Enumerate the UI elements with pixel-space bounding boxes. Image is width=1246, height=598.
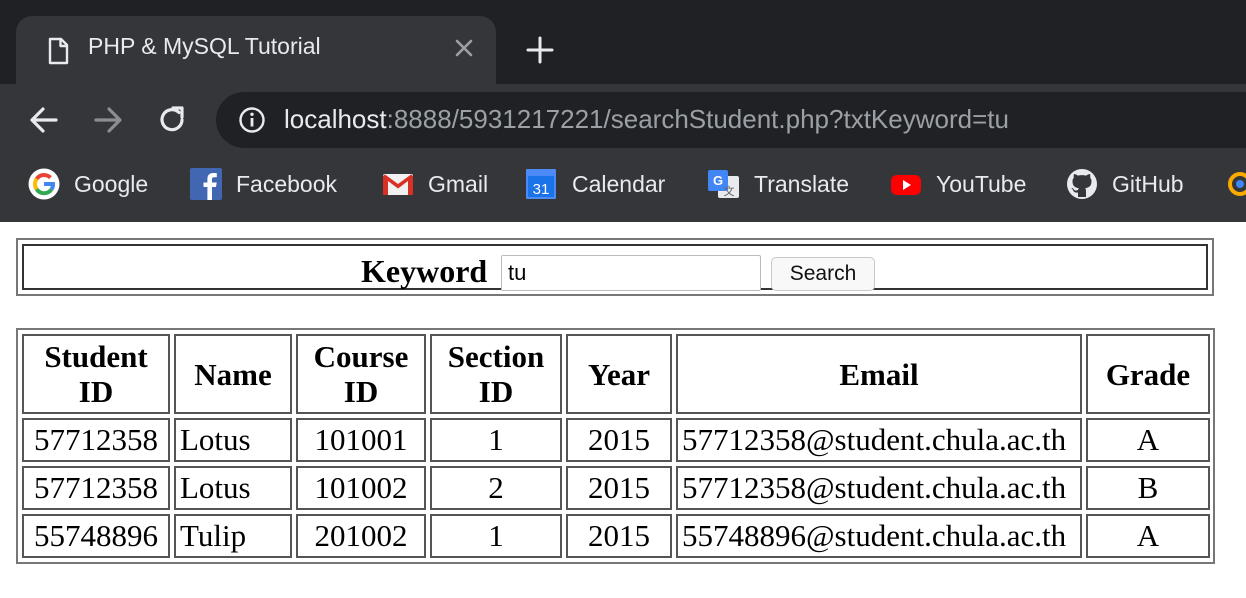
bookmark-gmail[interactable]: Gmail (382, 168, 488, 200)
browser-tab[interactable]: PHP & MySQL Tutorial (16, 16, 496, 84)
cell-section-id: 2 (430, 466, 562, 510)
svg-text:G: G (713, 173, 723, 188)
header-name: Name (174, 334, 292, 414)
cell-name: Lotus (174, 418, 292, 462)
bookmark-github[interactable]: GitHub (1066, 168, 1184, 200)
cell-email: 55748896@student.chula.ac.th (676, 514, 1082, 558)
svg-text:文: 文 (724, 184, 735, 198)
search-form: Keyword Search (16, 238, 1214, 296)
cell-section-id: 1 (430, 418, 562, 462)
back-arrow-icon[interactable] (26, 102, 62, 138)
header-email: Email (676, 334, 1082, 414)
browser-chrome: PHP & MySQL Tutorial localhost:8888/5931… (0, 0, 1246, 222)
github-icon (1067, 169, 1097, 199)
forward-arrow-icon[interactable] (90, 102, 126, 138)
url-text[interactable]: localhost:8888/5931217221/searchStudent.… (284, 104, 1009, 135)
toolbar: localhost:8888/5931217221/searchStudent.… (0, 84, 1246, 156)
cell-email: 57712358@student.chula.ac.th (676, 466, 1082, 510)
youtube-icon (891, 175, 921, 195)
bookmarks-bar: Google Facebook Gmail 31 Calendar G 文 Tr… (0, 156, 1246, 212)
search-form-cell: Keyword Search (22, 244, 1208, 291)
header-section-id: Section ID (430, 334, 562, 414)
keyword-input[interactable] (501, 255, 761, 291)
cell-year: 2015 (566, 418, 672, 462)
calendar-icon: 31 (526, 169, 556, 199)
document-icon (48, 37, 69, 65)
header-grade: Grade (1086, 334, 1210, 414)
header-year: Year (566, 334, 672, 414)
tab-title: PHP & MySQL Tutorial (88, 33, 321, 59)
bookmark-overflow-icon[interactable] (1226, 168, 1246, 200)
cell-year: 2015 (566, 514, 672, 558)
gmail-icon (383, 174, 413, 195)
facebook-icon (190, 168, 222, 200)
google-icon (28, 168, 60, 200)
cell-name: Lotus (174, 466, 292, 510)
tab-strip: PHP & MySQL Tutorial (0, 0, 1246, 84)
new-tab-plus-icon[interactable] (524, 34, 556, 66)
svg-text:31: 31 (533, 181, 550, 198)
header-course-id: Course ID (296, 334, 426, 414)
cell-grade: A (1086, 514, 1210, 558)
bookmark-translate[interactable]: G 文 Translate (708, 168, 849, 200)
bookmark-calendar[interactable]: 31 Calendar (526, 168, 665, 200)
reload-icon[interactable] (154, 102, 190, 138)
cell-course-id: 101001 (296, 418, 426, 462)
keyword-label: Keyword (361, 253, 488, 289)
cell-grade: A (1086, 418, 1210, 462)
cell-course-id: 201002 (296, 514, 426, 558)
info-icon[interactable] (238, 106, 266, 134)
cell-course-id: 101002 (296, 466, 426, 510)
cell-student-id: 57712358 (22, 466, 170, 510)
bookmark-youtube[interactable]: YouTube (890, 168, 1026, 200)
cell-email: 57712358@student.chula.ac.th (676, 418, 1082, 462)
cell-year: 2015 (566, 466, 672, 510)
close-icon[interactable] (450, 34, 478, 62)
address-bar[interactable]: localhost:8888/5931217221/searchStudent.… (216, 92, 1246, 148)
bookmark-google[interactable]: Google (28, 168, 148, 200)
header-student-id: Student ID (22, 334, 170, 414)
cell-student-id: 55748896 (22, 514, 170, 558)
cell-section-id: 1 (430, 514, 562, 558)
cell-grade: B (1086, 466, 1210, 510)
cell-student-id: 57712358 (22, 418, 170, 462)
bookmark-facebook[interactable]: Facebook (190, 168, 337, 200)
search-button[interactable]: Search (771, 257, 875, 291)
results-table: Student ID Name Course ID Section ID Year Ema… (16, 328, 1215, 564)
cell-name: Tulip (174, 514, 292, 558)
translate-icon: G 文 (708, 170, 739, 198)
